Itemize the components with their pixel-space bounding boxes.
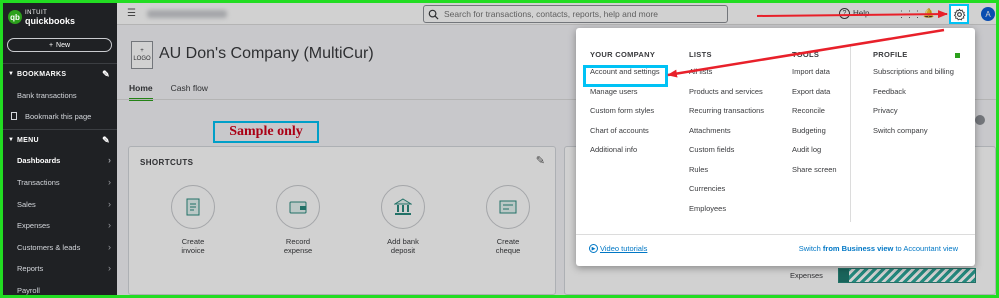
- menu-footer-divider: [576, 234, 975, 235]
- switch-suffix: to Accountant view: [893, 244, 958, 253]
- menu-item-export-data[interactable]: Export data: [792, 82, 837, 102]
- sidebar-item-payroll[interactable]: Payroll: [3, 280, 117, 295]
- chevron-right-icon: ›: [108, 199, 111, 209]
- menu-column-profile: PROFILE Subscriptions and billing Feedba…: [873, 50, 954, 140]
- menu-item-currencies[interactable]: Currencies: [689, 179, 764, 199]
- sidebar-item-bookmark-page[interactable]: Bookmark this page: [3, 106, 117, 126]
- menu-column-tools: TOOLS Import data Export data Reconcile …: [792, 50, 837, 179]
- menu-heading-label: MENU: [17, 136, 39, 144]
- caret-down-icon: ▼: [8, 71, 15, 77]
- chevron-right-icon: ›: [108, 220, 111, 230]
- menu-item-recurring-transactions[interactable]: Recurring transactions: [689, 101, 764, 121]
- menu-item-switch-company[interactable]: Switch company: [873, 121, 954, 141]
- column-heading: PROFILE: [873, 50, 908, 59]
- menu-item-attachments[interactable]: Attachments: [689, 121, 764, 141]
- chevron-right-icon: ›: [108, 263, 111, 273]
- menu-item-audit-log[interactable]: Audit log: [792, 140, 837, 160]
- menu-item-reconcile[interactable]: Reconcile: [792, 101, 837, 121]
- account-settings-highlight: [583, 65, 668, 87]
- sidebar-item-label: Dashboards: [17, 155, 61, 165]
- sidebar-item-dashboards[interactable]: Dashboards ›: [3, 150, 117, 170]
- status-indicator: [955, 53, 960, 58]
- settings-gear-button[interactable]: [949, 4, 969, 24]
- menu-heading[interactable]: ▼ MENU ✎: [3, 130, 117, 150]
- sidebar-item-label: Customers & leads: [17, 242, 81, 252]
- menu-item-employees[interactable]: Employees: [689, 199, 764, 219]
- quickbooks-logo[interactable]: qb INTUIT quickbooks: [8, 9, 76, 26]
- switch-prefix: Switch: [798, 244, 823, 253]
- menu-item-privacy[interactable]: Privacy: [873, 101, 954, 121]
- column-heading: TOOLS: [792, 50, 820, 59]
- bookmarks-heading-label: BOOKMARKS: [17, 70, 67, 78]
- menu-item-all-lists[interactable]: All lists: [689, 62, 764, 82]
- caret-down-icon: ▼: [8, 137, 15, 143]
- switch-view-link[interactable]: Switch from Business view to Accountant …: [799, 244, 958, 253]
- edit-pencil-icon[interactable]: ✎: [102, 135, 110, 146]
- sidebar-item-sales[interactable]: Sales ›: [3, 194, 117, 214]
- sidebar-item-label: Expenses: [17, 220, 50, 230]
- video-tutorials-label: Video tutorials: [600, 244, 648, 253]
- sidebar-item-expenses[interactable]: Expenses ›: [3, 215, 117, 235]
- sidebar-item-label: Bank transactions: [17, 90, 77, 100]
- sidebar: qb INTUIT quickbooks + New ▼ BOOKMARKS ✎…: [3, 3, 117, 295]
- bookmarks-heading[interactable]: ▼ BOOKMARKS ✎: [3, 64, 117, 84]
- menu-item-custom-fields[interactable]: Custom fields: [689, 140, 764, 160]
- sidebar-item-bank-transactions[interactable]: Bank transactions: [3, 85, 117, 105]
- chevron-right-icon: ›: [108, 155, 111, 165]
- video-tutorials-link[interactable]: ▶ Video tutorials: [589, 244, 647, 253]
- menu-column-lists: LISTS All lists Products and services Re…: [689, 50, 764, 218]
- sidebar-item-customers-leads[interactable]: Customers & leads ›: [3, 237, 117, 257]
- chevron-right-icon: ›: [108, 177, 111, 187]
- menu-item-import-data[interactable]: Import data: [792, 62, 837, 82]
- menu-column-divider: [850, 46, 851, 222]
- plus-icon: +: [48, 41, 54, 49]
- menu-item-chart-of-accounts[interactable]: Chart of accounts: [590, 121, 660, 141]
- menu-item-custom-form-styles[interactable]: Custom form styles: [590, 101, 660, 121]
- chevron-right-icon: ›: [108, 242, 111, 252]
- menu-item-additional-info[interactable]: Additional info: [590, 140, 660, 160]
- sidebar-item-label: Payroll: [17, 285, 40, 295]
- settings-dropdown-menu: YOUR COMPANY Account and settings Manage…: [576, 28, 975, 266]
- sidebar-item-label: Bookmark this page: [25, 111, 92, 121]
- menu-item-products-services[interactable]: Products and services: [689, 82, 764, 102]
- menu-item-feedback[interactable]: Feedback: [873, 82, 954, 102]
- menu-item-rules[interactable]: Rules: [689, 160, 764, 180]
- sidebar-item-label: Transactions: [17, 177, 60, 187]
- bookmark-icon: [11, 112, 17, 120]
- new-button[interactable]: + New: [7, 38, 112, 52]
- sidebar-item-label: Sales: [17, 199, 36, 209]
- menu-item-share-screen[interactable]: Share screen: [792, 160, 837, 180]
- menu-item-subscriptions-billing[interactable]: Subscriptions and billing: [873, 62, 954, 82]
- sidebar-item-label: Reports: [17, 263, 44, 273]
- gear-icon: [953, 7, 966, 21]
- column-heading: YOUR COMPANY: [590, 50, 656, 59]
- switch-bold: from Business view: [822, 244, 894, 253]
- sidebar-item-reports[interactable]: Reports ›: [3, 258, 117, 278]
- menu-item-budgeting[interactable]: Budgeting: [792, 121, 837, 141]
- qb-logo-icon: qb: [8, 10, 22, 24]
- edit-pencil-icon[interactable]: ✎: [102, 69, 110, 80]
- column-heading: LISTS: [689, 50, 712, 59]
- brand-bottom: quickbooks: [25, 16, 76, 26]
- new-button-label: New: [56, 41, 71, 49]
- play-circle-icon: ▶: [589, 244, 598, 253]
- sidebar-item-transactions[interactable]: Transactions ›: [3, 172, 117, 192]
